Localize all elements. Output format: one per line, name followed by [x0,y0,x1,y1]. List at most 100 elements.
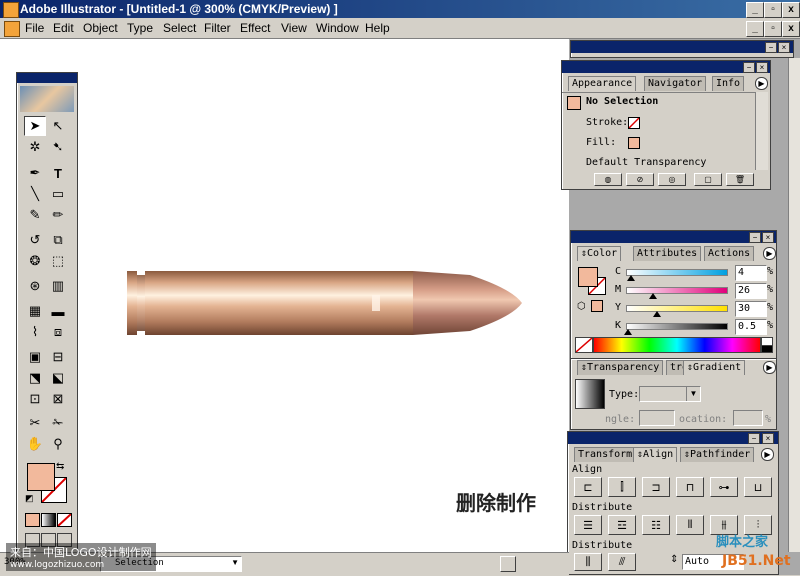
vertical-distribute-center-icon[interactable]: ☲ [608,515,636,535]
gradient-menu-arrow-icon[interactable]: ▶ [763,361,776,374]
path-type-tool-icon[interactable]: ⊠ [47,389,69,409]
menu-type[interactable]: Type [127,21,153,35]
fill-swatch[interactable] [27,463,55,491]
cyan-slider[interactable] [626,269,728,281]
mesh-tool-icon[interactable]: ▦ [24,301,46,321]
appearance-scrollbar[interactable] [755,92,768,170]
magenta-input[interactable]: 26 [735,283,767,299]
vertical-distribute-bottom-icon[interactable]: ☷ [642,515,670,535]
menu-file[interactable]: File [25,21,44,35]
black-thumb[interactable] [623,329,632,335]
menu-effect[interactable]: Effect [240,21,270,35]
swap-colors-icon[interactable]: ⇆ [56,461,64,472]
yellow-slider[interactable] [626,305,728,317]
scale-tool-icon[interactable]: ⧉ [47,230,69,250]
appearance-menu-arrow-icon[interactable]: ▶ [755,77,768,90]
black-slider[interactable] [623,323,728,335]
area-type-tool-icon[interactable]: ⊡ [24,389,46,409]
color-spectrum-ramp[interactable] [593,337,761,353]
tab-attributes[interactable]: Attributes [633,246,702,261]
gradient-tool-icon[interactable]: ▬ [47,301,69,321]
eyedropper-tool-icon[interactable]: ⌇ [24,322,46,342]
tab-navigator[interactable]: Navigator [644,76,707,91]
appearance-close-button[interactable]: × [756,62,768,73]
color-panel-titlebar[interactable]: − × [571,231,776,243]
bullet-artwork[interactable] [0,39,569,552]
new-art-basic-appearance-icon[interactable]: ◍ [594,173,622,186]
knife-tool-icon[interactable]: ✂ [24,413,46,433]
direct-selection-tool-icon[interactable]: ↖ [47,116,69,136]
collapsed-panel-minimize[interactable]: − [765,42,777,53]
tab-align[interactable]: ⇕Align [633,447,678,462]
gradient-preview-swatch[interactable] [575,379,605,409]
status-chevron-down-icon[interactable]: ▼ [231,558,239,567]
web-safe-color-swatch[interactable] [591,300,603,312]
color-mode-button[interactable] [25,513,40,527]
blend-tool-icon[interactable]: ⧈ [47,322,69,342]
menu-filter[interactable]: Filter [204,21,231,35]
black-swatch[interactable] [761,345,773,353]
align-panel-titlebar[interactable]: − × [568,432,778,444]
paintbrush-tool-icon[interactable]: ✎ [24,205,46,225]
menu-edit[interactable]: Edit [53,21,74,35]
color-menu-arrow-icon[interactable]: ▶ [763,247,776,260]
align-menu-arrow-icon[interactable]: ▶ [761,448,774,461]
fill-color-icon[interactable] [628,137,640,149]
slice-select-tool-icon[interactable]: ⊟ [47,347,69,367]
cyan-thumb[interactable] [627,275,635,281]
horizontal-align-center-icon[interactable]: ⫿ [608,477,636,497]
selection-tool-icon[interactable]: ➤ [24,116,46,136]
artboard-canvas[interactable]: 删除制作 [0,39,569,552]
warp-tool-icon[interactable]: ❂ [24,251,46,271]
rotate-tool-icon[interactable]: ↺ [24,230,46,250]
shear-tool-icon[interactable]: ⬔ [24,368,46,388]
spacing-stepper-icon[interactable]: ⇕ [670,554,678,565]
out-of-gamut-cube-icon[interactable]: ⬡ [577,301,586,312]
horizontal-scroll-thumb[interactable] [500,556,516,572]
align-close-button[interactable]: × [762,433,774,444]
default-colors-icon[interactable]: ◩ [25,493,34,504]
hand-tool-icon[interactable]: ✋ [24,434,46,454]
none-mode-button[interactable] [57,513,72,527]
minimize-button[interactable]: _ [746,2,764,18]
reduce-basic-appearance-icon[interactable]: ◎ [658,173,686,186]
horizontal-distribute-space-icon[interactable]: ⫻ [608,553,636,571]
tab-actions[interactable]: Actions [704,246,755,261]
tab-info[interactable]: Info [712,76,745,91]
tab-gradient[interactable]: ⇕Gradient [683,360,746,375]
menu-view[interactable]: View [281,21,307,35]
lasso-tool-icon[interactable]: ➷ [47,137,69,157]
delete-item-icon[interactable]: 🗑 [726,173,754,186]
vertical-align-bottom-icon[interactable]: ⊔ [744,477,772,497]
symbol-sprayer-tool-icon[interactable]: ⊛ [24,276,46,296]
gradient-type-select[interactable]: ▼ [639,386,701,402]
horizontal-align-left-icon[interactable]: ⊏ [574,477,602,497]
magenta-slider[interactable] [626,287,728,299]
collapsed-panel-close[interactable]: × [778,42,790,53]
vertical-align-top-icon[interactable]: ⊓ [676,477,704,497]
horizontal-align-right-icon[interactable]: ⊐ [642,477,670,497]
location-input[interactable] [733,410,763,426]
vertical-align-center-icon[interactable]: ⊶ [710,477,738,497]
appearance-panel-titlebar[interactable]: − × [562,61,770,73]
tab-transform[interactable]: Transform [574,447,637,462]
horizontal-distribute-left-icon[interactable]: ⫴ [676,515,704,535]
gradient-mode-button[interactable] [41,513,56,527]
pencil-tool-icon[interactable]: ✏ [47,205,69,225]
scissors-tool-icon[interactable]: ✁ [47,413,69,433]
clear-appearance-icon[interactable]: ⊘ [626,173,654,186]
line-tool-icon[interactable]: ╲ [24,184,46,204]
tab-pathfinder[interactable]: ⇕Pathfinder [680,447,755,462]
chevron-down-icon[interactable]: ▼ [686,387,700,401]
maximize-button[interactable]: ▫ [764,2,782,18]
none-color-icon[interactable] [575,337,593,353]
menu-object[interactable]: Object [83,21,118,35]
document-icon[interactable] [4,21,20,37]
stroke-none-icon[interactable] [628,117,640,129]
column-graph-tool-icon[interactable]: ▥ [47,276,69,296]
rectangle-tool-icon[interactable]: ▭ [47,184,69,204]
zoom-tool-icon[interactable]: ⚲ [47,434,69,454]
duplicate-item-icon[interactable]: ▢ [694,173,722,186]
color-fill-swatch[interactable] [578,267,598,287]
appearance-minimize-button[interactable]: − [743,62,755,73]
